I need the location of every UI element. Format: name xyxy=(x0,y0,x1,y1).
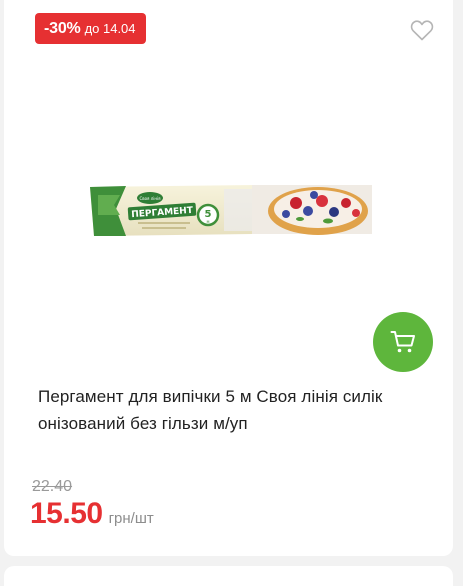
product-image[interactable]: ПЕРГАМЕНТ Своя лінія 5 м xyxy=(90,183,372,236)
price-block: 15.50 грн/шт xyxy=(30,497,154,531)
product-title[interactable]: Пергамент для випічки 5 м Своя лінія сил… xyxy=(38,383,438,437)
discount-valid-until: до 14.04 xyxy=(84,21,136,36)
product-card[interactable]: -30% до 14.04 ПЕРГАМЕНТ Своя лінія 5 м П… xyxy=(4,0,453,556)
price-unit: грн/шт xyxy=(108,510,154,527)
package-brand: Своя лінія xyxy=(139,196,161,201)
next-product-card[interactable] xyxy=(4,566,453,586)
package-length-unit: м xyxy=(206,219,209,224)
current-price: 15.50 xyxy=(30,497,103,530)
discount-percent: -30% xyxy=(44,19,81,37)
old-price: 22.40 xyxy=(32,478,73,495)
discount-badge: -30% до 14.04 xyxy=(35,13,146,44)
add-to-cart-button[interactable] xyxy=(373,312,433,372)
shopping-cart-icon xyxy=(390,331,415,353)
heart-outline-icon[interactable] xyxy=(410,19,434,41)
